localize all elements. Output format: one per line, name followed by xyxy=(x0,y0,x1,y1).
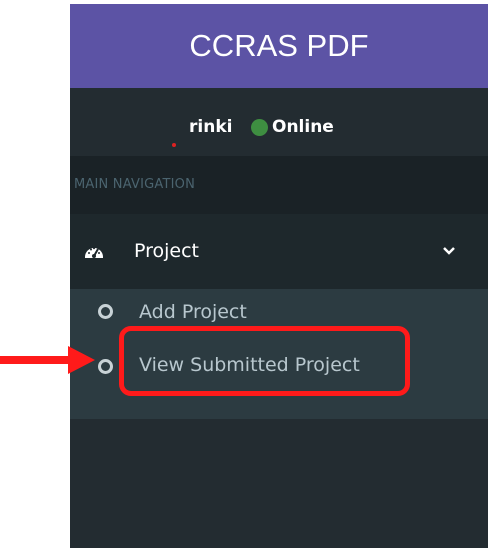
nav-header: MAIN NAVIGATION xyxy=(70,156,488,214)
sidebar-item-label: Project xyxy=(134,240,200,262)
screenshot-stage: CCRAS PDF rinki Online MAIN NAVIGATION P… xyxy=(0,0,490,548)
status-label: Online xyxy=(272,117,334,137)
sidebar: CCRAS PDF rinki Online MAIN NAVIGATION P… xyxy=(70,4,488,548)
avatar xyxy=(172,143,176,147)
brand-title[interactable]: CCRAS PDF xyxy=(70,4,488,88)
dashboard-icon xyxy=(85,247,103,258)
username: rinki xyxy=(189,117,233,137)
nav-header-label: MAIN NAVIGATION xyxy=(74,177,196,192)
circle-icon xyxy=(98,304,113,319)
online-status-icon xyxy=(251,119,268,136)
chevron-down-icon xyxy=(443,247,455,255)
circle-icon xyxy=(98,359,113,374)
arrow-right-icon xyxy=(0,346,95,374)
user-panel: rinki Online xyxy=(70,88,488,156)
highlight-box xyxy=(119,326,410,396)
sidebar-item-project[interactable]: Project xyxy=(70,214,488,289)
submenu-item-label: Add Project xyxy=(139,301,247,323)
